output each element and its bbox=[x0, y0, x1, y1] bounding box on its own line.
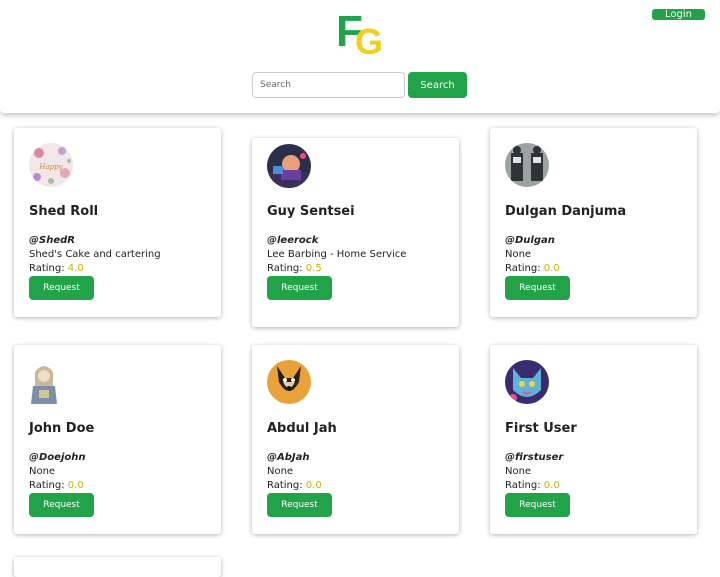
rating-label: Rating: bbox=[505, 480, 544, 491]
request-button[interactable]: Request bbox=[29, 493, 94, 517]
floral-avatar-icon[interactable]: Happy bbox=[29, 143, 73, 187]
vendor-rating: Rating: 0.0 bbox=[505, 263, 560, 274]
vendor-bio: Shed's Cake and cartering bbox=[29, 249, 161, 260]
site-header: F G Login Search bbox=[0, 0, 720, 113]
vendor-name: John Doe bbox=[29, 421, 95, 436]
search-button[interactable]: Search bbox=[408, 72, 467, 98]
request-button[interactable]: Request bbox=[505, 493, 570, 517]
svg-text:Happy: Happy bbox=[38, 163, 63, 171]
vendor-rating: Rating: 4.0 bbox=[29, 263, 84, 274]
rating-value: 0.5 bbox=[305, 263, 322, 274]
request-button[interactable]: Request bbox=[29, 276, 94, 300]
vendor-name: First User bbox=[505, 421, 577, 436]
fg-logo[interactable]: F G bbox=[336, 7, 386, 62]
figures-avatar-icon[interactable] bbox=[505, 143, 549, 187]
vendor-bio: Lee Barbing - Home Service bbox=[267, 249, 407, 260]
rating-label: Rating: bbox=[505, 263, 544, 274]
rating-value: 4.0 bbox=[67, 263, 84, 274]
vendor-name: Abdul Jah bbox=[267, 421, 337, 436]
rating-value: 0.0 bbox=[543, 480, 560, 491]
request-button[interactable]: Request bbox=[267, 493, 332, 517]
search-input[interactable] bbox=[252, 72, 405, 98]
vendor-name: Dulgan Danjuma bbox=[505, 204, 627, 219]
rating-value: 0.0 bbox=[67, 480, 84, 491]
gamer-avatar-icon[interactable] bbox=[267, 144, 311, 188]
rating-label: Rating: bbox=[29, 263, 68, 274]
vendor-card: Dulgan Danjuma @Dulgan None Rating: 0.0 … bbox=[490, 128, 697, 317]
vendor-card: Happy Shed Roll @ShedR Shed's Cake and c… bbox=[14, 128, 221, 317]
vendor-card: First User @firstuser None Rating: 0.0 R… bbox=[490, 345, 697, 534]
vendor-handle: @Doejohn bbox=[29, 452, 86, 463]
rating-label: Rating: bbox=[29, 480, 68, 491]
rating-label: Rating: bbox=[267, 480, 306, 491]
anime-avatar-icon[interactable] bbox=[29, 360, 59, 404]
rating-value: 0.0 bbox=[305, 480, 322, 491]
vendor-card: Guy Sentsei @leerock Lee Barbing - Home … bbox=[252, 138, 459, 327]
vendor-name: Guy Sentsei bbox=[267, 204, 355, 219]
vendor-rating: Rating: 0.0 bbox=[267, 480, 322, 491]
rating-label: Rating: bbox=[267, 263, 306, 274]
vendor-handle: @Dulgan bbox=[505, 235, 555, 246]
vendor-card-partial bbox=[14, 557, 221, 577]
vendor-bio: None bbox=[505, 249, 532, 260]
vendor-handle: @firstuser bbox=[505, 452, 564, 463]
vendor-rating: Rating: 0.5 bbox=[267, 263, 322, 274]
request-button[interactable]: Request bbox=[505, 276, 570, 300]
vendor-handle: @leerock bbox=[267, 235, 319, 246]
svg-text:G: G bbox=[355, 21, 383, 56]
vendor-name: Shed Roll bbox=[29, 204, 99, 219]
vendor-rating: Rating: 0.0 bbox=[29, 480, 84, 491]
vendor-rating: Rating: 0.0 bbox=[505, 480, 560, 491]
vendor-handle: @ShedR bbox=[29, 235, 75, 246]
login-button[interactable]: Login bbox=[652, 9, 705, 20]
dog-avatar-icon[interactable] bbox=[267, 360, 311, 404]
vendor-bio: None bbox=[267, 466, 294, 477]
cat-avatar-icon[interactable] bbox=[505, 360, 549, 404]
request-button[interactable]: Request bbox=[267, 276, 332, 300]
vendor-bio: None bbox=[29, 466, 56, 477]
vendor-card: John Doe @Doejohn None Rating: 0.0 Reque… bbox=[14, 345, 221, 534]
rating-value: 0.0 bbox=[543, 263, 560, 274]
vendor-bio: None bbox=[505, 466, 532, 477]
vendor-card: Abdul Jah @AbJah None Rating: 0.0 Reques… bbox=[252, 345, 459, 534]
vendor-handle: @AbJah bbox=[267, 452, 310, 463]
